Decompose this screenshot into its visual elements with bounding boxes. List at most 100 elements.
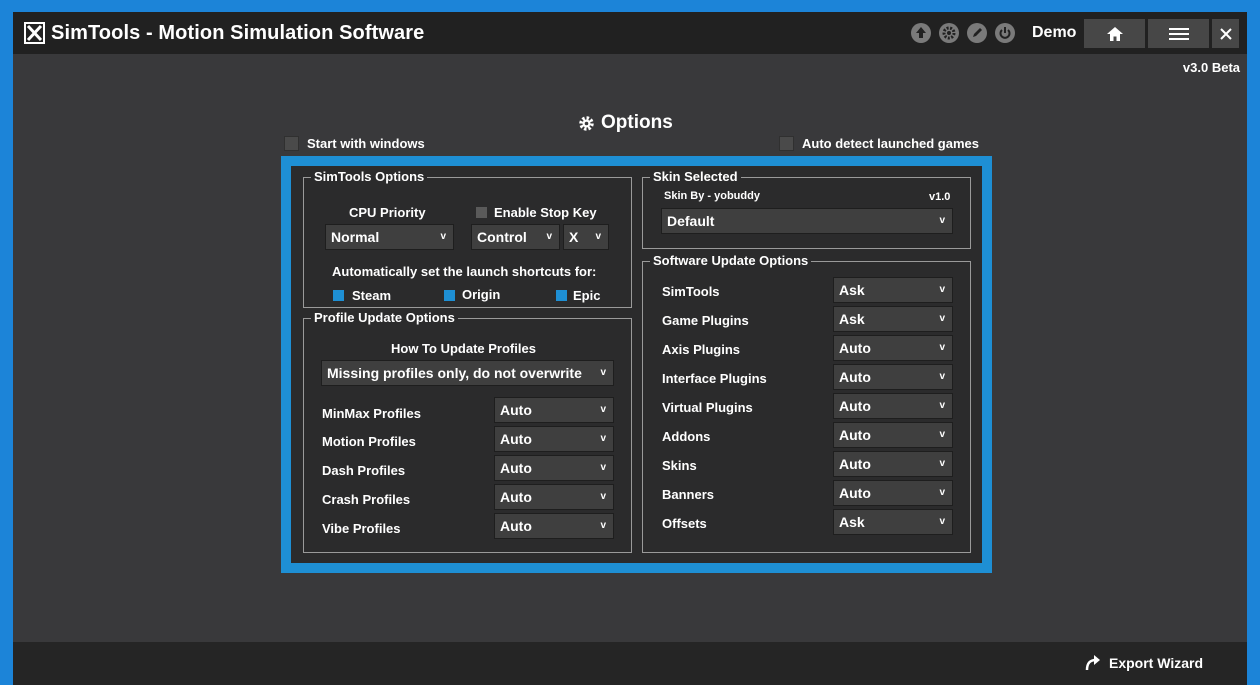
start-with-windows-checkbox[interactable]: Start with windows <box>284 136 425 151</box>
addons-value: Auto <box>839 427 871 443</box>
app-window: SimTools - Motion Simulation Software De… <box>13 12 1247 685</box>
skin-version-label: v1.0 <box>929 191 951 203</box>
dash-profiles-select[interactable]: Auto v <box>494 455 614 481</box>
origin-checkbox[interactable] <box>444 290 455 301</box>
checkbox-box[interactable] <box>779 136 794 151</box>
skin-selected-group: Skin Selected Skin By - yobuddy v1.0 Def… <box>642 169 971 249</box>
options-heading: Options <box>578 112 673 134</box>
power-icon[interactable] <box>995 23 1015 43</box>
epic-label: Epic <box>573 288 601 303</box>
game-plugins-select[interactable]: Ask v <box>833 306 953 332</box>
chevron-down-icon: v <box>600 520 606 531</box>
menu-icon <box>1168 27 1189 40</box>
how-to-update-label: How To Update Profiles <box>391 341 536 356</box>
motion-profiles-label: Motion Profiles <box>322 434 416 449</box>
chevron-down-icon: v <box>595 231 601 242</box>
simtools-options-group: SimTools Options CPU Priority Enable Sto… <box>303 169 632 308</box>
stop-key-modifier-value: Control <box>477 229 527 245</box>
axis-plugins-select[interactable]: Auto v <box>833 335 953 361</box>
game-plugins-value: Ask <box>839 311 865 327</box>
menu-button[interactable] <box>1148 19 1209 48</box>
checkbox-box[interactable] <box>284 136 299 151</box>
skins-select[interactable]: Auto v <box>833 451 953 477</box>
steam-checkbox[interactable] <box>333 290 344 301</box>
simtools-update-label: SimTools <box>662 284 720 299</box>
user-label: Demo <box>1032 24 1077 41</box>
options-panel: SimTools Options CPU Priority Enable Sto… <box>281 156 992 573</box>
stop-key-value: X <box>569 229 579 245</box>
chevron-down-icon: v <box>939 458 945 469</box>
software-update-legend: Software Update Options <box>650 253 812 268</box>
game-plugins-label: Game Plugins <box>662 313 749 328</box>
addons-select[interactable]: Auto v <box>833 422 953 448</box>
close-button[interactable] <box>1212 19 1239 48</box>
crash-profiles-value: Auto <box>500 489 532 505</box>
banners-value: Auto <box>839 485 871 501</box>
virtual-plugins-value: Auto <box>839 398 871 414</box>
app-title: SimTools - Motion Simulation Software <box>51 22 425 44</box>
chevron-down-icon: v <box>939 313 945 324</box>
axis-plugins-value: Auto <box>839 340 871 356</box>
upload-icon[interactable] <box>911 23 931 43</box>
interface-plugins-select[interactable]: Auto v <box>833 364 953 390</box>
version-label: v3.0 Beta <box>1182 60 1240 75</box>
interface-plugins-value: Auto <box>839 369 871 385</box>
minmax-profiles-select[interactable]: Auto v <box>494 397 614 423</box>
home-button[interactable] <box>1084 19 1145 48</box>
chevron-down-icon: v <box>939 342 945 353</box>
crash-profiles-label: Crash Profiles <box>322 492 411 507</box>
stop-key-modifier-select[interactable]: Control v <box>471 224 560 250</box>
chevron-down-icon: v <box>939 284 945 295</box>
interface-plugins-label: Interface Plugins <box>662 371 767 386</box>
title-bar: SimTools - Motion Simulation Software De… <box>13 12 1247 54</box>
home-icon <box>1106 26 1123 41</box>
virtual-plugins-select[interactable]: Auto v <box>833 393 953 419</box>
offsets-select[interactable]: Ask v <box>833 509 953 535</box>
addons-label: Addons <box>662 429 711 444</box>
chevron-down-icon: v <box>939 516 945 527</box>
cpu-priority-label: CPU Priority <box>349 205 426 220</box>
skin-select[interactable]: Default v <box>661 208 953 234</box>
skin-author-label: Skin By - yobuddy <box>664 190 760 202</box>
export-arrow-icon <box>1085 655 1100 671</box>
simtools-update-select[interactable]: Ask v <box>833 277 953 303</box>
motion-profiles-value: Auto <box>500 431 532 447</box>
chevron-down-icon: v <box>600 367 606 378</box>
steam-label: Steam <box>352 288 392 303</box>
stop-key-select[interactable]: X v <box>563 224 609 250</box>
cpu-priority-select[interactable]: Normal v <box>325 224 454 250</box>
profile-update-group: Profile Update Options How To Update Pro… <box>303 310 632 553</box>
dash-profiles-value: Auto <box>500 460 532 476</box>
banners-select[interactable]: Auto v <box>833 480 953 506</box>
chevron-down-icon: v <box>600 433 606 444</box>
export-wizard-label: Export Wizard <box>1109 654 1203 671</box>
offsets-label: Offsets <box>662 516 707 531</box>
bottom-bar: Export Wizard <box>13 642 1247 685</box>
simtools-logo-icon <box>24 22 45 44</box>
crash-profiles-select[interactable]: Auto v <box>494 484 614 510</box>
settings-cog-icon[interactable] <box>939 23 959 43</box>
cpu-priority-value: Normal <box>331 229 380 245</box>
vibe-profiles-select[interactable]: Auto v <box>494 513 614 539</box>
chevron-down-icon: v <box>600 404 606 415</box>
profile-update-legend: Profile Update Options <box>311 310 458 325</box>
how-to-update-value: Missing profiles only, do not overwrite <box>327 365 582 381</box>
chevron-down-icon: v <box>939 371 945 382</box>
offsets-value: Ask <box>839 514 865 530</box>
enable-stop-key-checkbox[interactable] <box>476 207 487 218</box>
software-update-group: Software Update Options SimTools Ask v G… <box>642 253 971 553</box>
chevron-down-icon: v <box>440 231 446 242</box>
edit-icon[interactable] <box>967 23 987 43</box>
chevron-down-icon: v <box>939 487 945 498</box>
how-to-update-select[interactable]: Missing profiles only, do not overwrite … <box>321 360 614 386</box>
gear-icon <box>579 115 594 131</box>
auto-detect-checkbox[interactable]: Auto detect launched games <box>779 136 979 151</box>
chevron-down-icon: v <box>600 491 606 502</box>
export-wizard-button[interactable]: Export Wizard <box>1084 654 1203 671</box>
chevron-down-icon: v <box>939 429 945 440</box>
motion-profiles-select[interactable]: Auto v <box>494 426 614 452</box>
skin-selected-legend: Skin Selected <box>650 169 741 184</box>
epic-checkbox[interactable] <box>556 290 567 301</box>
options-title: Options <box>601 112 673 133</box>
close-icon <box>1219 27 1232 40</box>
